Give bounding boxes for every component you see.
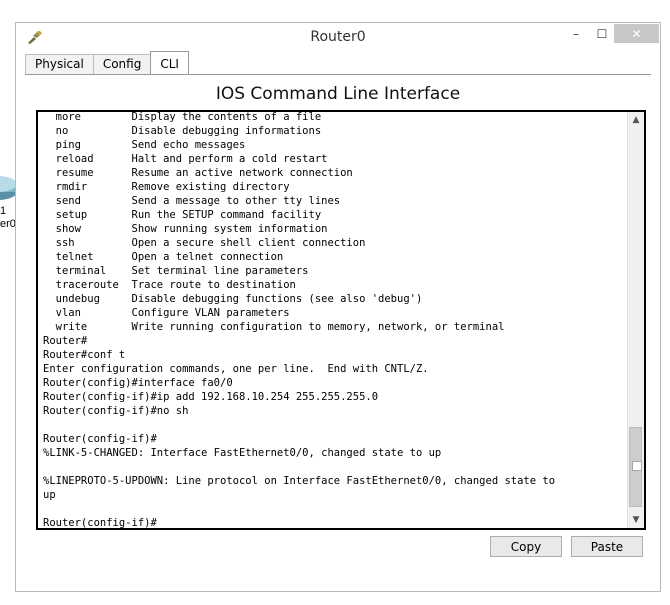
copy-button[interactable]: Copy bbox=[490, 536, 562, 557]
tab-panel-divider bbox=[25, 74, 651, 75]
title-bar[interactable]: Router0 – ☐ ✕ bbox=[16, 23, 660, 53]
tab-physical[interactable]: Physical bbox=[25, 54, 94, 74]
cli-terminal[interactable]: more Display the contents of a file no D… bbox=[36, 110, 646, 530]
close-button[interactable]: ✕ bbox=[614, 24, 659, 43]
maximize-button[interactable]: ☐ bbox=[590, 24, 614, 43]
thumb-grip bbox=[632, 461, 642, 471]
tab-config[interactable]: Config bbox=[92, 54, 152, 74]
scroll-down-icon[interactable]: ▼ bbox=[628, 512, 644, 528]
tab-bar: Physical Config CLI bbox=[25, 51, 189, 74]
paste-button[interactable]: Paste bbox=[571, 536, 643, 557]
minimize-button[interactable]: – bbox=[564, 24, 588, 43]
device-label-line2: er0 bbox=[0, 218, 16, 230]
device-label-line1: 1 bbox=[0, 205, 7, 217]
terminal-scrollbar[interactable]: ▲ ▼ bbox=[627, 112, 644, 528]
router-window: Router0 – ☐ ✕ Physical Config CLI IOS Co… bbox=[15, 22, 661, 592]
cli-heading: IOS Command Line Interface bbox=[215, 84, 461, 104]
tab-cli[interactable]: CLI bbox=[150, 51, 189, 74]
terminal-output[interactable]: more Display the contents of a file no D… bbox=[43, 112, 626, 528]
scroll-up-icon[interactable]: ▲ bbox=[628, 112, 644, 128]
scrollbar-thumb[interactable] bbox=[629, 427, 642, 507]
